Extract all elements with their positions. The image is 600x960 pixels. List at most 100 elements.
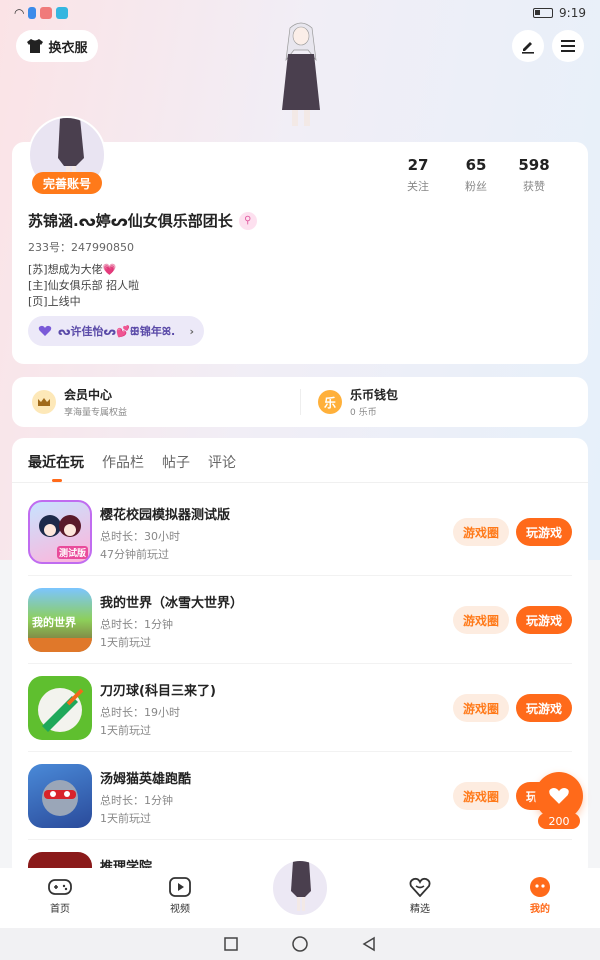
nav-mine[interactable]: 我的 (510, 874, 570, 915)
center-avatar-button[interactable] (270, 858, 330, 918)
crown-icon (32, 390, 56, 414)
change-outfit-label: 换衣服 (48, 40, 88, 56)
game-circle-button[interactable]: 游戏圈 (453, 694, 509, 722)
battery-icon (533, 8, 554, 18)
nav-video[interactable]: 视频 (150, 874, 210, 915)
favorite-count: 200 (538, 813, 580, 829)
club-chip-label: ᔓ许佳怡ᔕ💕ꕥ锦年ꕤ. (58, 325, 176, 338)
search-badge-icon[interactable]: ⚲ (238, 211, 257, 230)
game-duration: 总时长：1分钟 (100, 618, 173, 631)
edit-button[interactable] (512, 30, 544, 62)
video-icon (169, 877, 191, 897)
pen-icon (522, 42, 534, 54)
complete-account-button[interactable]: 完善账号 (32, 172, 102, 194)
game-last-played: 47分钟前玩过 (100, 548, 169, 561)
stat-value: 598 (518, 156, 550, 174)
nav-label: 视频 (170, 904, 190, 915)
shirt-icon (27, 39, 44, 53)
coin-wallet[interactable]: 乐 乐币钱包 0 乐币 (318, 377, 398, 427)
game-name: 樱花校园模拟器测试版 (100, 508, 231, 523)
play-game-button[interactable]: 玩游戏 (516, 518, 572, 546)
menu-button[interactable] (552, 30, 584, 62)
heart-icon (549, 788, 569, 804)
play-game-button[interactable]: 玩游戏 (516, 606, 572, 634)
stat-fans[interactable]: 65 粉丝 (448, 156, 504, 194)
stat-label: 关注 (407, 180, 429, 193)
game-last-played: 1天前玩过 (100, 636, 151, 649)
coin-icon: 乐 (318, 390, 342, 414)
nav-featured[interactable]: 精选 (390, 874, 450, 915)
app-notif-icon (28, 7, 37, 19)
stat-value: 65 (465, 156, 487, 174)
divider (12, 482, 588, 483)
back-icon[interactable] (361, 936, 377, 952)
game-icon-caption: 测试版 (56, 546, 88, 559)
list-item[interactable]: 测试版 樱花校园模拟器测试版 总时长：30小时 47分钟前玩过 游戏圈 玩游戏 (12, 488, 588, 576)
app-notif-icon (56, 7, 69, 19)
app-notif-icon (40, 7, 53, 19)
recent-games-card: 最近在玩 作品栏 帖子 评论 测试版 樱花校园模拟器测试版 总时长：30小时 4… (12, 438, 588, 878)
stat-likes[interactable]: 598 获赞 (506, 156, 562, 194)
game-duration: 总时长：19小时 (100, 706, 180, 719)
nav-label: 精选 (410, 904, 430, 915)
game-duration: 总时长：1分钟 (100, 794, 173, 807)
bio: [苏]想成为大佬💗 [主]仙女俱乐部 招人啦 [页]上线中 (28, 262, 139, 310)
profile-stats: 27 关注 65 粉丝 598 获赞 (390, 156, 562, 194)
game-duration: 总时长：30小时 (100, 530, 180, 543)
play-game-button[interactable]: 玩游戏 (516, 694, 572, 722)
game-circle-button[interactable]: 游戏圈 (453, 782, 509, 810)
game-icon-band (28, 638, 92, 652)
bio-line: [页]上线中 (28, 295, 81, 308)
game-icon: 测试版 (28, 500, 92, 564)
tab-posts[interactable]: 帖子 (162, 452, 190, 472)
menu-icon (561, 40, 575, 52)
chevron-right-icon: › (189, 324, 194, 338)
game-circle-button[interactable]: 游戏圈 (453, 606, 509, 634)
bio-line: [主]仙女俱乐部 招人啦 (28, 279, 140, 292)
bio-line: [苏]想成为大佬💗 (28, 263, 117, 276)
game-last-played: 1天前玩过 (100, 812, 151, 825)
tab-comments[interactable]: 评论 (208, 452, 236, 472)
member-wallet-card: 会员中心 享海量专属权益 乐 乐币钱包 0 乐币 (12, 377, 588, 427)
vip-title: 会员中心 (64, 388, 113, 402)
nav-label: 我的 (530, 904, 550, 915)
stat-following[interactable]: 27 关注 (390, 156, 446, 194)
game-name: 汤姆猫英雄跑酷 (100, 772, 192, 787)
heart-icon (38, 325, 52, 336)
game-name: 刀刃球(科目三来了) (100, 684, 216, 699)
character-figure[interactable] (268, 20, 334, 130)
user-id: 233号：247990850 (28, 241, 134, 254)
content-tabs: 最近在玩 作品栏 帖子 评论 (28, 452, 236, 482)
list-item[interactable]: 我的世界 我的世界（冰雪大世界） 总时长：1分钟 1天前玩过 游戏圈 玩游戏 (12, 576, 588, 664)
system-nav-bar (0, 928, 600, 960)
game-icon (28, 676, 92, 740)
profile-icon (530, 877, 550, 897)
recent-apps-icon[interactable] (223, 936, 239, 952)
nickname-row: 苏锦涵.ᔓ婷ᔕ仙女俱乐部团长 ⚲ (28, 210, 257, 231)
change-outfit-button[interactable]: 换衣服 (16, 30, 98, 62)
nickname: 苏锦涵.ᔓ婷ᔕ仙女俱乐部团长 (28, 212, 233, 230)
game-name: 我的世界（冰雪大世界） (100, 596, 244, 611)
club-chip[interactable]: ᔓ许佳怡ᔕ💕ꕥ锦年ꕤ. › (28, 316, 204, 346)
tab-works[interactable]: 作品栏 (102, 452, 144, 472)
wallet-subtitle: 0 乐币 (350, 408, 377, 418)
tab-recent[interactable]: 最近在玩 (28, 452, 84, 482)
game-last-played: 1天前玩过 (100, 724, 151, 737)
home-icon[interactable] (291, 935, 309, 953)
stat-label: 粉丝 (465, 180, 487, 193)
divider (300, 389, 301, 415)
list-item[interactable]: 刀刃球(科目三来了) 总时长：19小时 1天前玩过 游戏圈 玩游戏 (12, 664, 588, 752)
gamepad-icon (48, 879, 72, 895)
wallet-title: 乐币钱包 (350, 388, 399, 402)
avatar-figure (291, 861, 311, 911)
stat-label: 获赞 (523, 180, 545, 193)
game-icon-caption: 我的世界 (32, 616, 76, 629)
game-icon: 我的世界 (28, 588, 92, 652)
game-circle-button[interactable]: 游戏圈 (453, 518, 509, 546)
vip-center[interactable]: 会员中心 享海量专属权益 (32, 377, 127, 427)
status-time: 9:19 (559, 6, 586, 20)
nav-home[interactable]: 首页 (30, 874, 90, 915)
stat-value: 27 (407, 156, 429, 174)
game-icon (28, 764, 92, 828)
list-item[interactable]: 汤姆猫英雄跑酷 总时长：1分钟 1天前玩过 游戏圈 玩游戏 (12, 752, 588, 840)
